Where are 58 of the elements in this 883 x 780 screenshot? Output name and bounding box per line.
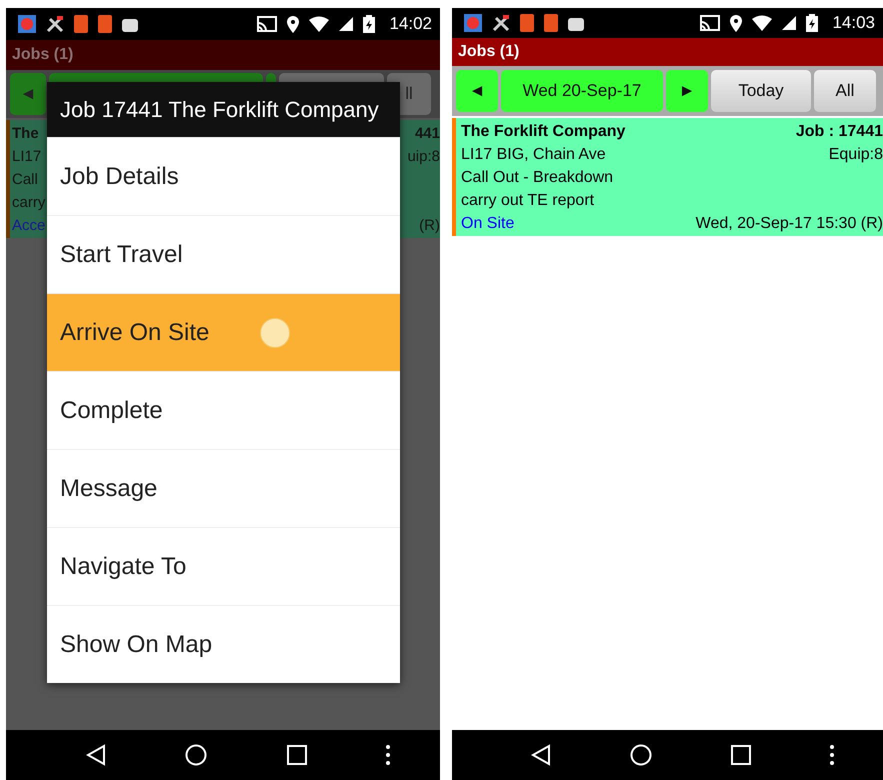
location-icon	[730, 14, 742, 32]
battery-icon	[806, 14, 818, 32]
recents-icon	[730, 745, 751, 765]
status-time: 14:03	[832, 13, 875, 33]
menu-item[interactable]: Message	[47, 449, 400, 527]
menu-icon	[386, 744, 390, 766]
home-icon	[185, 744, 208, 766]
cast-icon	[257, 16, 278, 32]
menu-item[interactable]: Job Details	[47, 137, 400, 215]
back-icon	[86, 744, 106, 766]
job-number: Job : 17441	[796, 122, 883, 140]
signal-icon	[782, 16, 796, 30]
wifi-icon	[309, 16, 330, 32]
app-icon	[74, 15, 88, 33]
app-title: Jobs (1)	[458, 43, 520, 61]
customer-name: The Forklift Company	[461, 122, 626, 140]
job-datetime: Wed, 20-Sep-17 15:30 (R)	[696, 214, 883, 232]
job-detail: carry out TE report	[461, 192, 594, 210]
customer-name: The	[12, 125, 39, 142]
today-button[interactable]: Today	[711, 70, 811, 112]
equipment-label: uip:8	[407, 148, 440, 165]
app-icon	[464, 14, 482, 32]
dialog-title: Job 17441 The Forklift Company	[47, 82, 400, 137]
cast-icon	[700, 15, 720, 31]
app-icon	[98, 15, 112, 33]
status-time: 14:02	[389, 14, 432, 34]
equipment-label: Equip:8	[828, 146, 883, 164]
job-card[interactable]: The Forklift Company Job : 17441 LI17 BIG, Chain Ave Equip:8 Call Out - Breakdown carry out TE report On Site Wed, 20-Sep-17 15:30 (R)	[452, 118, 883, 236]
menu-icon	[830, 744, 834, 766]
job-detail: LI17	[12, 148, 42, 165]
job-detail: carry	[12, 194, 46, 211]
app-icon	[18, 15, 36, 33]
job-detail: LI17 BIG, Chain Ave	[461, 146, 606, 164]
job-detail: Call	[12, 171, 38, 188]
menu-item[interactable]: Navigate To	[47, 527, 400, 605]
back-icon	[531, 744, 552, 766]
app-icon	[544, 14, 558, 32]
menu-item[interactable]: Complete	[47, 371, 400, 449]
menu-item[interactable]: Show On Map	[47, 605, 400, 683]
job-number: 441	[414, 125, 440, 142]
date-button[interactable]: Wed 20-Sep-17	[501, 70, 663, 112]
wifi-icon	[752, 15, 772, 31]
recents-icon	[286, 745, 307, 765]
job-status[interactable]: On Site	[461, 214, 514, 232]
signal-icon	[339, 17, 354, 31]
menu-item[interactable]: Start Travel	[47, 215, 400, 293]
location-icon	[287, 16, 300, 32]
job-detail: Call Out - Breakdown	[461, 168, 614, 186]
touch-ripple	[260, 318, 290, 348]
previous-day-button[interactable]: ◄	[456, 70, 498, 112]
app-title: Jobs (1)	[12, 46, 74, 64]
job-datetime: (R)	[419, 217, 440, 234]
home-icon	[630, 744, 652, 766]
battery-icon	[363, 15, 376, 33]
next-day-button[interactable]: ►	[666, 70, 708, 112]
menu-item[interactable]: Arrive On Site	[47, 293, 400, 371]
app-icon	[520, 14, 534, 32]
all-button[interactable]: All	[814, 70, 876, 112]
